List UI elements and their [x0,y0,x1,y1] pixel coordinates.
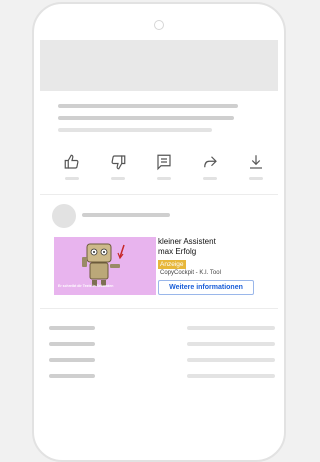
list-placeholder-right-4 [187,374,275,378]
comment-button[interactable] [152,153,176,183]
ad-more-info-button[interactable]: Weitere informationen [158,280,254,295]
comment-label-placeholder [157,177,171,180]
list-placeholder-left-2 [49,342,95,346]
dislike-label-placeholder [111,177,125,180]
ad-title-line-2: max Erfolg [158,247,197,256]
phone-frame: Er schreibt dir Texts in Sekunden kleine… [32,2,286,462]
ad-image-caption: Er schreibt dir Texts in Sekunden [58,284,114,288]
title-placeholder-line-2 [58,116,234,120]
download-button[interactable] [244,153,268,183]
video-player-placeholder[interactable] [40,40,278,91]
comment-icon [152,153,176,171]
ad-source: CopyCockpit - K.I. Tool [160,270,221,276]
title-placeholder-line-1 [58,104,238,108]
like-count-placeholder [65,177,79,180]
divider [40,194,278,195]
share-button[interactable] [198,153,222,183]
list-placeholder-right-1 [187,326,275,330]
dislike-button[interactable] [106,153,130,183]
list-placeholder-left-1 [49,326,95,330]
channel-name-placeholder [82,213,170,217]
list-placeholder-right-2 [187,342,275,346]
download-icon [244,153,268,171]
ad-title-line-1: kleiner Assistent [158,237,216,246]
like-button[interactable] [60,153,84,183]
thumbs-up-icon [60,153,84,171]
download-label-placeholder [249,177,263,180]
list-placeholder-left-3 [49,358,95,362]
list-placeholder-left-4 [49,374,95,378]
list-placeholder-right-3 [187,358,275,362]
ad-title[interactable]: kleiner Assistent max Erfolg [158,237,268,257]
share-label-placeholder [203,177,217,180]
title-placeholder-line-3 [58,128,212,132]
thumbs-down-icon [106,153,130,171]
camera-icon [154,20,164,30]
channel-avatar[interactable] [52,204,76,228]
divider [40,308,278,309]
ad-image[interactable]: Er schreibt dir Texts in Sekunden [54,237,156,295]
ad-badge: Anzeige [158,260,186,269]
share-icon [198,153,222,171]
